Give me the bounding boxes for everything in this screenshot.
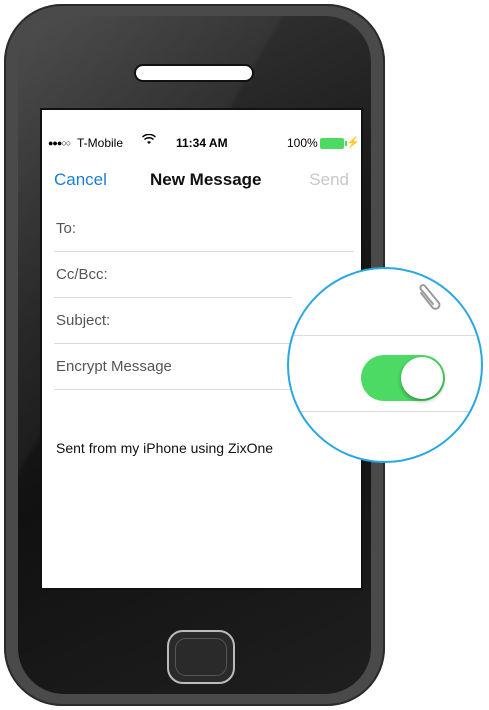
signal-strength: ●●●○○ <box>48 138 71 148</box>
battery-percent: 100% <box>287 136 318 150</box>
carrier-label: T-Mobile <box>77 136 124 150</box>
subject-label: Subject: <box>56 312 111 329</box>
to-field[interactable]: To: <box>54 206 354 252</box>
earpiece-speaker <box>134 64 254 82</box>
battery-icon <box>320 138 347 149</box>
encrypt-message-label: Encrypt Message <box>56 358 172 375</box>
time-label: 11:34 AM <box>176 136 228 150</box>
wifi-icon <box>141 133 157 148</box>
page-title: New Message <box>150 170 262 189</box>
cancel-button[interactable]: Cancel <box>54 170 107 190</box>
divider <box>289 335 481 336</box>
encrypt-toggle[interactable] <box>361 355 445 401</box>
message-body[interactable]: Sent from my iPhone using ZixOne <box>56 440 273 456</box>
cc-bcc-field[interactable]: Cc/Bcc: <box>54 252 292 298</box>
divider <box>289 411 481 412</box>
toggle-knob <box>401 357 443 399</box>
zoom-magnifier <box>287 267 483 463</box>
nav-bar: Cancel New Message Send <box>42 162 361 202</box>
home-button[interactable] <box>167 630 235 684</box>
to-label: To: <box>56 220 77 237</box>
send-button[interactable]: Send <box>309 170 349 190</box>
cc-bcc-label: Cc/Bcc: <box>56 266 108 283</box>
paperclip-icon[interactable] <box>413 281 447 315</box>
charge-icon: ⚡ <box>346 137 360 149</box>
